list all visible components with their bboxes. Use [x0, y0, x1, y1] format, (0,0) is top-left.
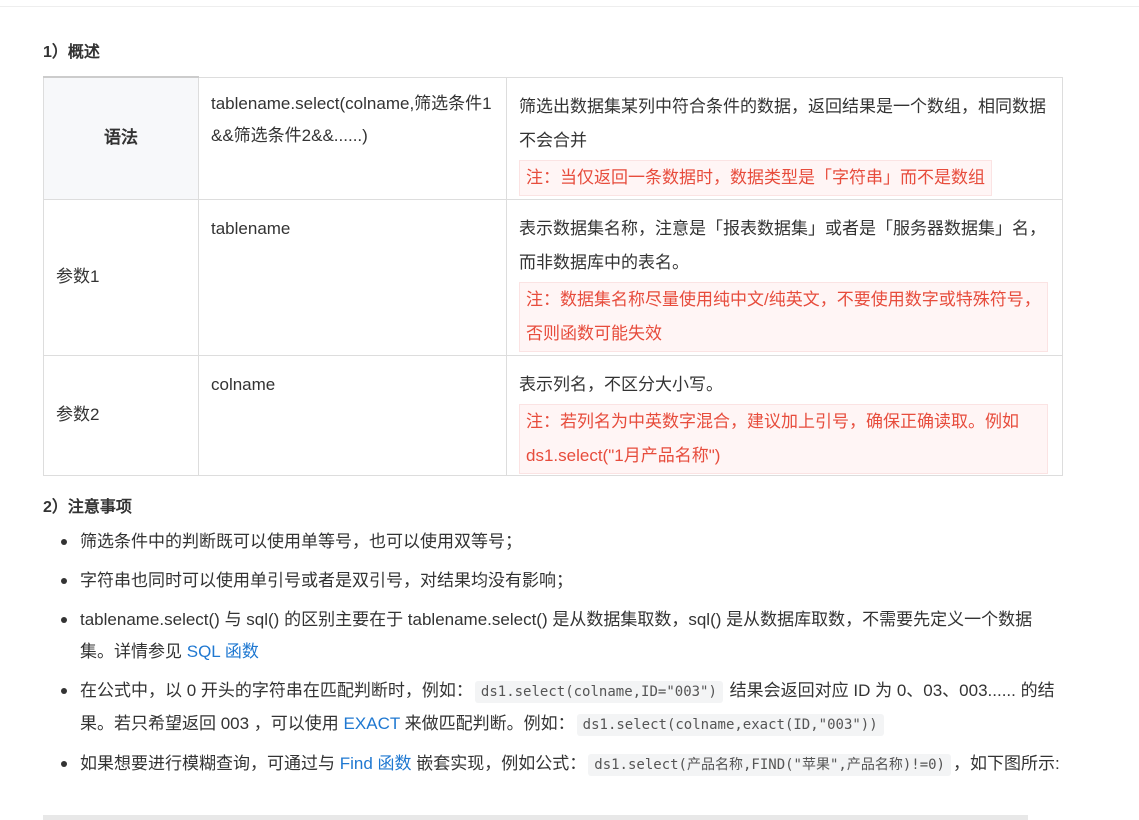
- note-text: 嵌套实现，例如公式：: [411, 754, 587, 773]
- syntax-text: tablename.select(colname,筛选条件1&&筛选条件2&&.…: [211, 93, 492, 145]
- param2-name: colname: [211, 374, 276, 394]
- list-item: 如果想要进行模糊查询，可通过与 Find 函数 嵌套实现，例如公式： ds1.se…: [43, 748, 1062, 781]
- param1-name-cell: tablename: [198, 198, 507, 356]
- section-heading-notes: 2）注意事项: [43, 499, 132, 516]
- param2-desc: 表示列名，不区分大小写。: [519, 374, 723, 394]
- row-label-param2: 参数2: [43, 354, 199, 476]
- notes-list: 筛选条件中的判断既可以使用单等号，也可以使用双等号； 字符串也同时可以使用单引号…: [43, 526, 1062, 788]
- note-text: 来做匹配判断。例如：: [399, 714, 575, 733]
- list-item: 筛选条件中的判断既可以使用单等号，也可以使用双等号；: [43, 526, 1062, 558]
- list-item: 字符串也同时可以使用单引号或者是双引号，对结果均没有影响；: [43, 565, 1062, 597]
- param1-desc: 表示数据集名称，注意是「报表数据集」或者是「服务器数据集」名，而非数据库中的表名…: [519, 218, 1046, 272]
- table-row-param1: 参数1 tablename 表示数据集名称，注意是「报表数据集」或者是「服务器数…: [43, 198, 1063, 356]
- code-snippet: ds1.select(colname,ID="003"): [474, 681, 723, 703]
- note-text: 在公式中，以 0 开头的字符串在匹配判断时，例如：: [80, 681, 473, 700]
- param1-desc-cell: 表示数据集名称，注意是「报表数据集」或者是「服务器数据集」名，而非数据库中的表名…: [506, 198, 1063, 356]
- syntax-desc-cell: 筛选出数据集某列中符合条件的数据，返回结果是一个数组，相同数据不会合并 注：当仅…: [506, 76, 1063, 200]
- table-row-param2: 参数2 colname 表示列名，不区分大小写。 注：若列名为中英数字混合，建议…: [43, 354, 1063, 476]
- note-text: 如果想要进行模糊查询，可通过与: [80, 754, 340, 773]
- note-text: 筛选条件中的判断既可以使用单等号，也可以使用双等号；: [80, 532, 522, 551]
- function-spec-table: 语法 tablename.select(colname,筛选条件1&&筛选条件2…: [43, 76, 1063, 476]
- find-function-link[interactable]: Find 函数: [340, 754, 412, 773]
- row-label-syntax: 语法: [43, 76, 199, 200]
- list-item: tablename.select() 与 sql() 的区别主要在于 table…: [43, 604, 1062, 668]
- section-heading-overview: 1）概述: [43, 44, 100, 61]
- syntax-desc: 筛选出数据集某列中符合条件的数据，返回结果是一个数组，相同数据不会合并: [519, 96, 1046, 150]
- top-divider: [0, 6, 1139, 7]
- note-text: 字符串也同时可以使用单引号或者是双引号，对结果均没有影响；: [80, 571, 573, 590]
- code-snippet: ds1.select(colname,exact(ID,"003")): [576, 714, 884, 736]
- image-preview-edge: [43, 815, 1028, 820]
- syntax-cell: tablename.select(colname,筛选条件1&&筛选条件2&&.…: [198, 76, 507, 200]
- list-item: 在公式中，以 0 开头的字符串在匹配判断时，例如： ds1.select(coln…: [43, 675, 1062, 741]
- param2-desc-cell: 表示列名，不区分大小写。 注：若列名为中英数字混合，建议加上引号，确保正确读取。…: [506, 354, 1063, 476]
- param2-name-cell: colname: [198, 354, 507, 476]
- param1-warning-note: 注：数据集名称尽量使用纯中文/纯英文，不要使用数字或特殊符号，否则函数可能失效: [519, 281, 1048, 352]
- syntax-warning-note: 注：当仅返回一条数据时，数据类型是「字符串」而不是数组: [519, 159, 992, 196]
- code-snippet: ds1.select(产品名称,FIND("苹果",产品名称)!=0): [588, 754, 951, 776]
- sql-function-link[interactable]: SQL 函数: [187, 642, 259, 661]
- param1-name: tablename: [211, 218, 291, 238]
- table-row-syntax: 语法 tablename.select(colname,筛选条件1&&筛选条件2…: [43, 76, 1063, 200]
- note-text: ，如下图所示:: [952, 754, 1060, 773]
- row-label-param1: 参数1: [43, 198, 199, 356]
- param2-warning-note: 注：若列名为中英数字混合，建议加上引号，确保正确读取。例如 ds1.select…: [519, 403, 1048, 474]
- exact-function-link[interactable]: EXACT: [344, 714, 400, 733]
